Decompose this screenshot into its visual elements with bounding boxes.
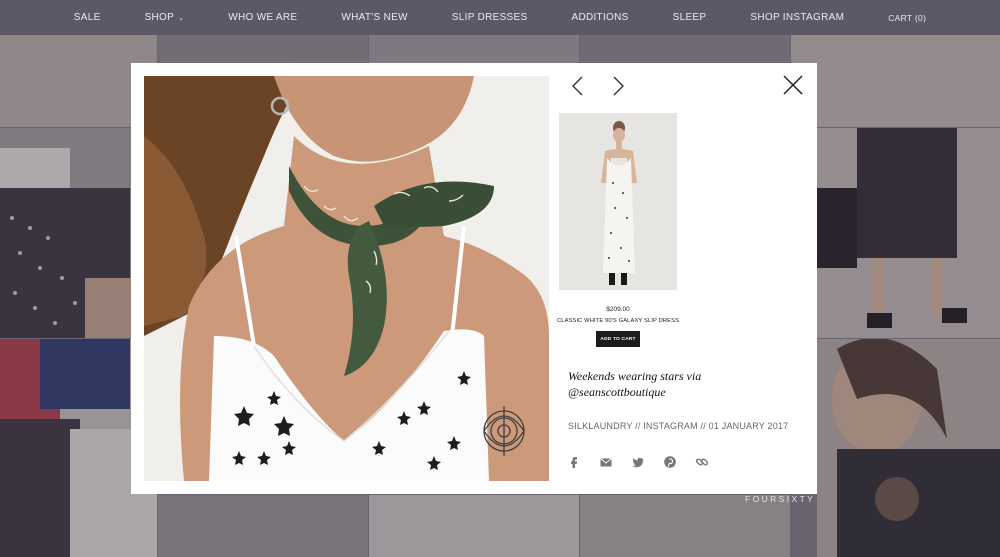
caption-line: Weekends wearing stars via <box>568 369 702 383</box>
instagram-lightbox: $209.00 CLASSIC WHITE 90'S GALAXY SLIP D… <box>131 63 817 494</box>
grid-photo[interactable] <box>817 128 1000 338</box>
nav-shop-label: SHOP <box>144 12 175 23</box>
photo-woman-scarf <box>144 76 549 481</box>
chevron-down-icon: ⌄ <box>178 15 185 22</box>
share-bar <box>567 455 727 469</box>
close-icon <box>783 75 803 95</box>
top-navigation: SALE SHOP ⌄ WHO WE ARE WHAT'S NEW SLIP DR… <box>0 0 1000 35</box>
grid-photo[interactable] <box>158 495 368 557</box>
pinterest-icon[interactable] <box>663 455 677 469</box>
nav-sleep[interactable]: SLEEP <box>673 12 707 23</box>
grid-photo[interactable] <box>791 35 1000 127</box>
foursixty-watermark: FOURSIXTY <box>745 494 816 504</box>
close-button[interactable] <box>782 74 804 96</box>
next-arrow-button[interactable] <box>608 75 628 97</box>
post-caption: Weekends wearing stars via @seanscottbou… <box>568 368 798 400</box>
add-to-cart-button[interactable]: ADD TO CART <box>596 331 640 347</box>
email-icon[interactable] <box>599 455 613 469</box>
caption-handle-link[interactable]: @seanscottboutique <box>568 384 798 400</box>
product-image-slip-dress <box>559 113 677 290</box>
grid-photo-image <box>817 128 1000 338</box>
previous-arrow-button[interactable] <box>568 75 588 97</box>
grid-photo[interactable] <box>580 495 790 557</box>
product-price: $209.00 <box>606 306 630 313</box>
nav-whats-new[interactable]: WHAT'S NEW <box>341 12 407 23</box>
post-meta: SILKLAUNDRY // INSTAGRAM // 01 JANUARY 2… <box>568 421 789 431</box>
facebook-icon[interactable] <box>567 455 581 469</box>
nav-slip-dresses[interactable]: SLIP DRESSES <box>452 12 528 23</box>
chevron-right-icon <box>613 76 624 96</box>
nav-additions[interactable]: ADDITIONS <box>571 12 628 23</box>
grid-photo[interactable] <box>817 339 1000 557</box>
link-icon[interactable] <box>695 455 709 469</box>
twitter-icon[interactable] <box>631 455 645 469</box>
grid-photo-image <box>817 339 1000 557</box>
grid-photo[interactable] <box>369 495 579 557</box>
nav-shop[interactable]: SHOP ⌄ <box>145 12 185 23</box>
nav-sale[interactable]: SALE <box>74 12 101 23</box>
instagram-photo <box>144 76 549 481</box>
product-thumbnail[interactable] <box>559 113 677 290</box>
nav-who-we-are[interactable]: WHO WE ARE <box>228 12 297 23</box>
nav-shop-instagram[interactable]: SHOP INSTAGRAM <box>750 12 844 23</box>
cart-link[interactable]: CART (0) <box>888 13 926 23</box>
chevron-left-icon <box>572 76 583 96</box>
product-name-link[interactable]: CLASSIC WHITE 90'S GALAXY SLIP DRESS <box>549 318 687 324</box>
